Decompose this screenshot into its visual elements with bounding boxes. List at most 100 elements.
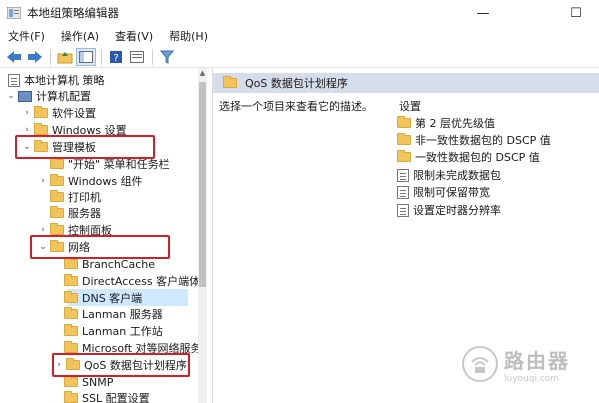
tree-root-label: 本地计算机 策略 — [24, 74, 105, 87]
setting-label: 非一致性数据包的 DSCP 值 — [415, 134, 551, 147]
tree-item-label: SNMP — [82, 375, 114, 389]
toolbar: ? — [0, 46, 599, 68]
setting-label: 限制未完成数据包 — [413, 169, 501, 182]
tree-item-label: DirectAccess 客户端体验 — [82, 275, 207, 288]
settings-column-header[interactable]: 设置 — [399, 98, 421, 114]
folder-icon — [397, 150, 411, 162]
menu-file[interactable]: 文件(F) — [0, 28, 53, 44]
maximize-button[interactable]: ☐ — [553, 0, 599, 26]
setting-limit-reservable-bandwidth[interactable]: 限制可保留带宽 — [397, 184, 490, 200]
details-header: QoS 数据包计划程序 — [213, 73, 599, 93]
toolbar-separator — [101, 48, 102, 65]
setting-limit-outstanding-packets[interactable]: 限制未完成数据包 — [397, 167, 501, 183]
setting-nonconforming-dscp[interactable]: 非一致性数据包的 DSCP 值 — [397, 132, 551, 148]
folder-icon — [397, 116, 411, 128]
policy-icon — [397, 168, 409, 182]
folder-icon — [397, 133, 411, 145]
description-text: 选择一个项目来查看它的描述。 — [219, 100, 373, 113]
folder-icon — [50, 190, 64, 202]
folder-icon — [223, 76, 237, 88]
policy-root-icon — [8, 73, 20, 87]
tree-item-label: BranchCache — [82, 257, 156, 271]
minimize-button[interactable]: — — [460, 0, 506, 26]
toolbar-separator — [152, 48, 153, 65]
folder-icon — [64, 341, 78, 353]
setting-label: 一致性数据包的 DSCP 值 — [415, 151, 540, 164]
tree-item-lanman-workstation[interactable]: Lanman 工作站 — [62, 323, 163, 339]
chevron-right-icon[interactable]: › — [22, 108, 32, 118]
policy-icon — [397, 203, 409, 217]
folder-icon — [64, 307, 78, 319]
folder-icon — [50, 206, 64, 218]
tree-item-label: SSL 配置设置 — [82, 392, 150, 403]
tree-item-servers[interactable]: 服务器 — [38, 205, 101, 221]
menu-bar: 文件(F) 操作(A) 查看(V) 帮助(H) — [0, 26, 599, 46]
folder-icon — [34, 123, 48, 135]
toolbar-separator — [50, 48, 51, 65]
menu-help[interactable]: 帮助(H) — [161, 28, 216, 44]
tree-scrollbar[interactable]: ▲ — [198, 68, 207, 403]
chevron-right-icon[interactable]: › — [38, 176, 48, 186]
tree-item-label: Lanman 服务器 — [82, 308, 163, 321]
tree-item-directaccess[interactable]: DirectAccess 客户端体验 — [62, 273, 207, 289]
tree-item-label: 计算机配置 — [36, 90, 91, 103]
filter-icon[interactable] — [157, 48, 177, 66]
help-icon[interactable]: ? — [106, 48, 126, 66]
tree-item-printers[interactable]: 打印机 — [38, 189, 101, 205]
title-bar: 本地组策略编辑器 — ☐ — [0, 0, 599, 26]
router-logo-icon — [462, 346, 498, 382]
setting-label: 第 2 层优先级值 — [415, 117, 495, 130]
tree-item-label: 服务器 — [68, 207, 101, 220]
folder-icon — [50, 157, 64, 169]
chevron-down-icon[interactable]: ⌄ — [6, 91, 16, 101]
folder-icon — [64, 391, 78, 403]
folder-icon — [64, 375, 78, 387]
scrollbar-thumb[interactable] — [199, 82, 206, 287]
scroll-up-icon[interactable]: ▲ — [198, 69, 207, 79]
tree-root[interactable]: 本地计算机 策略 — [6, 72, 105, 88]
up-folder-icon[interactable] — [55, 48, 75, 66]
back-icon[interactable] — [4, 48, 24, 66]
highlight-admin-templates — [15, 135, 155, 159]
folder-icon — [64, 291, 78, 303]
tree-item-label: 打印机 — [68, 191, 101, 204]
properties-icon[interactable] — [127, 48, 147, 66]
details-header-title: QoS 数据包计划程序 — [245, 77, 348, 90]
folder-icon — [64, 324, 78, 336]
folder-icon — [50, 174, 64, 186]
window-title: 本地组策略编辑器 — [27, 6, 119, 20]
watermark-cn: 路由器 — [504, 348, 570, 373]
highlight-qos — [52, 353, 190, 377]
tree-item-label: 软件设置 — [52, 107, 96, 120]
tree-item-label: Lanman 工作站 — [82, 325, 163, 338]
tree-item-label: Windows 组件 — [68, 175, 143, 188]
chevron-right-icon[interactable]: › — [22, 125, 32, 135]
menu-view[interactable]: 查看(V) — [107, 28, 161, 44]
watermark-en: luyouqi.com — [504, 373, 560, 384]
setting-label: 设置定时器分辨率 — [413, 204, 501, 217]
folder-icon — [50, 223, 64, 235]
forward-icon[interactable] — [25, 48, 45, 66]
tree-item-lanman-server[interactable]: Lanman 服务器 — [62, 306, 163, 322]
setting-timer-resolution[interactable]: 设置定时器分辨率 — [397, 202, 501, 218]
tree-item-software-settings[interactable]: › 软件设置 — [22, 105, 96, 121]
tree-item-windows-components[interactable]: › Windows 组件 — [38, 173, 143, 189]
tree-item-ssl-config[interactable]: SSL 配置设置 — [62, 390, 150, 403]
tree-pane[interactable]: 本地计算机 策略 ⌄ 计算机配置 › 软件设置 › Windows 设置 ⌄ 管… — [0, 68, 207, 403]
setting-conforming-dscp[interactable]: 一致性数据包的 DSCP 值 — [397, 149, 540, 165]
policy-icon — [397, 185, 409, 199]
folder-icon — [64, 257, 78, 269]
folder-icon — [64, 274, 78, 286]
tree-item-dns-client[interactable]: DNS 客户端 — [62, 290, 142, 306]
setting-label: 限制可保留带宽 — [413, 186, 490, 199]
gpedit-app-icon — [7, 7, 21, 19]
chevron-right-icon[interactable]: › — [38, 225, 48, 235]
watermark: 路由器 luyouqi.com — [462, 340, 592, 388]
highlight-network — [30, 235, 170, 259]
tree-item-computer-config[interactable]: ⌄ 计算机配置 — [6, 88, 91, 104]
tree-item-label: DNS 客户端 — [82, 292, 143, 305]
svg-text:?: ? — [113, 53, 118, 64]
menu-action[interactable]: 操作(A) — [53, 28, 107, 44]
show-hide-tree-icon[interactable] — [76, 47, 96, 66]
setting-layer2-priority[interactable]: 第 2 层优先级值 — [397, 115, 495, 131]
